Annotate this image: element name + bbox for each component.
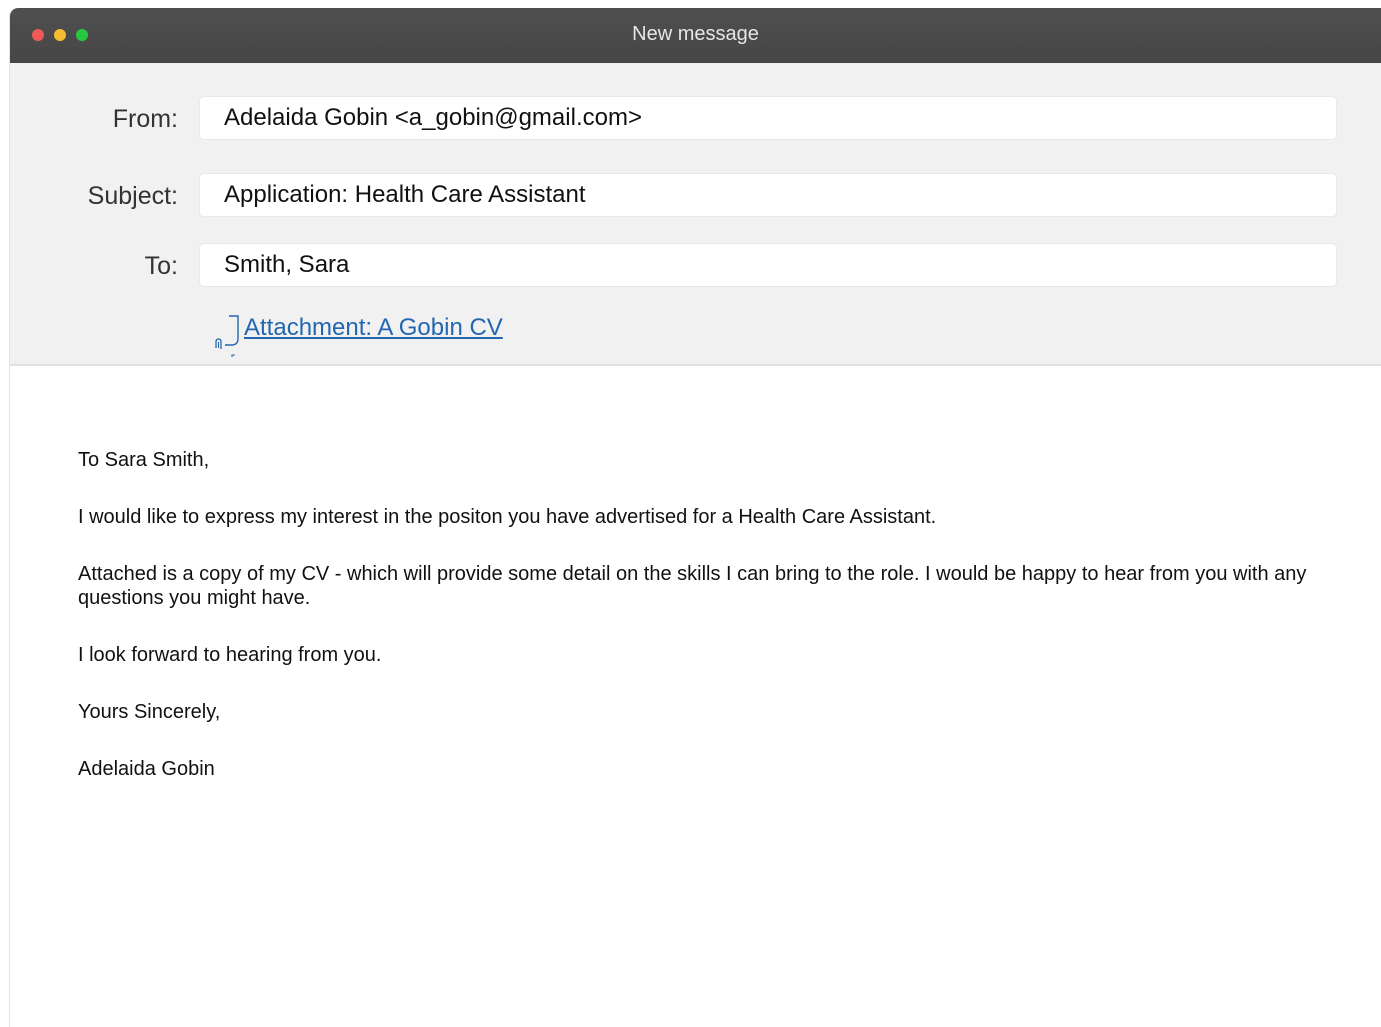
attachment-link[interactable]: Attachment: A Gobin CV	[244, 314, 503, 342]
closing-text: Yours Sincerely,	[78, 701, 221, 723]
window-title: New message	[632, 23, 759, 45]
compose-window: New message From: Adelaida Gobin <a_gobi…	[10, 8, 1381, 1027]
to-field[interactable]: Smith, Sara	[200, 244, 1336, 286]
signature-text: Adelaida Gobin	[78, 758, 215, 780]
subject-row: Subject: Application: Health Care Assist…	[10, 174, 1381, 218]
message-header: From: Adelaida Gobin <a_gobin@gmail.com>…	[10, 63, 1381, 366]
to-row: To: Smith, Sara	[10, 244, 1381, 288]
from-value: Adelaida Gobin <a_gobin@gmail.com>	[224, 104, 642, 131]
to-label: To:	[144, 252, 178, 280]
subject-value: Application: Health Care Assistant	[224, 181, 586, 208]
paperclip-icon	[215, 315, 239, 357]
to-value: Smith, Sara	[224, 251, 350, 278]
subject-label: Subject:	[87, 182, 178, 210]
body-paragraph-1: I would like to express my interest in t…	[78, 506, 937, 528]
body-paragraph-3: I look forward to hearing from you.	[78, 644, 382, 666]
from-field[interactable]: Adelaida Gobin <a_gobin@gmail.com>	[200, 97, 1336, 139]
message-body[interactable]: To Sara Smith, I would like to express m…	[78, 448, 1378, 814]
greeting-text: To Sara Smith,	[78, 449, 210, 471]
from-label: From:	[112, 105, 178, 133]
body-paragraph-2: Attached is a copy of my CV - which will…	[78, 563, 1307, 609]
subject-field[interactable]: Application: Health Care Assistant	[200, 174, 1336, 216]
title-bar[interactable]: New message	[10, 8, 1381, 63]
from-row: From: Adelaida Gobin <a_gobin@gmail.com>	[10, 97, 1381, 141]
